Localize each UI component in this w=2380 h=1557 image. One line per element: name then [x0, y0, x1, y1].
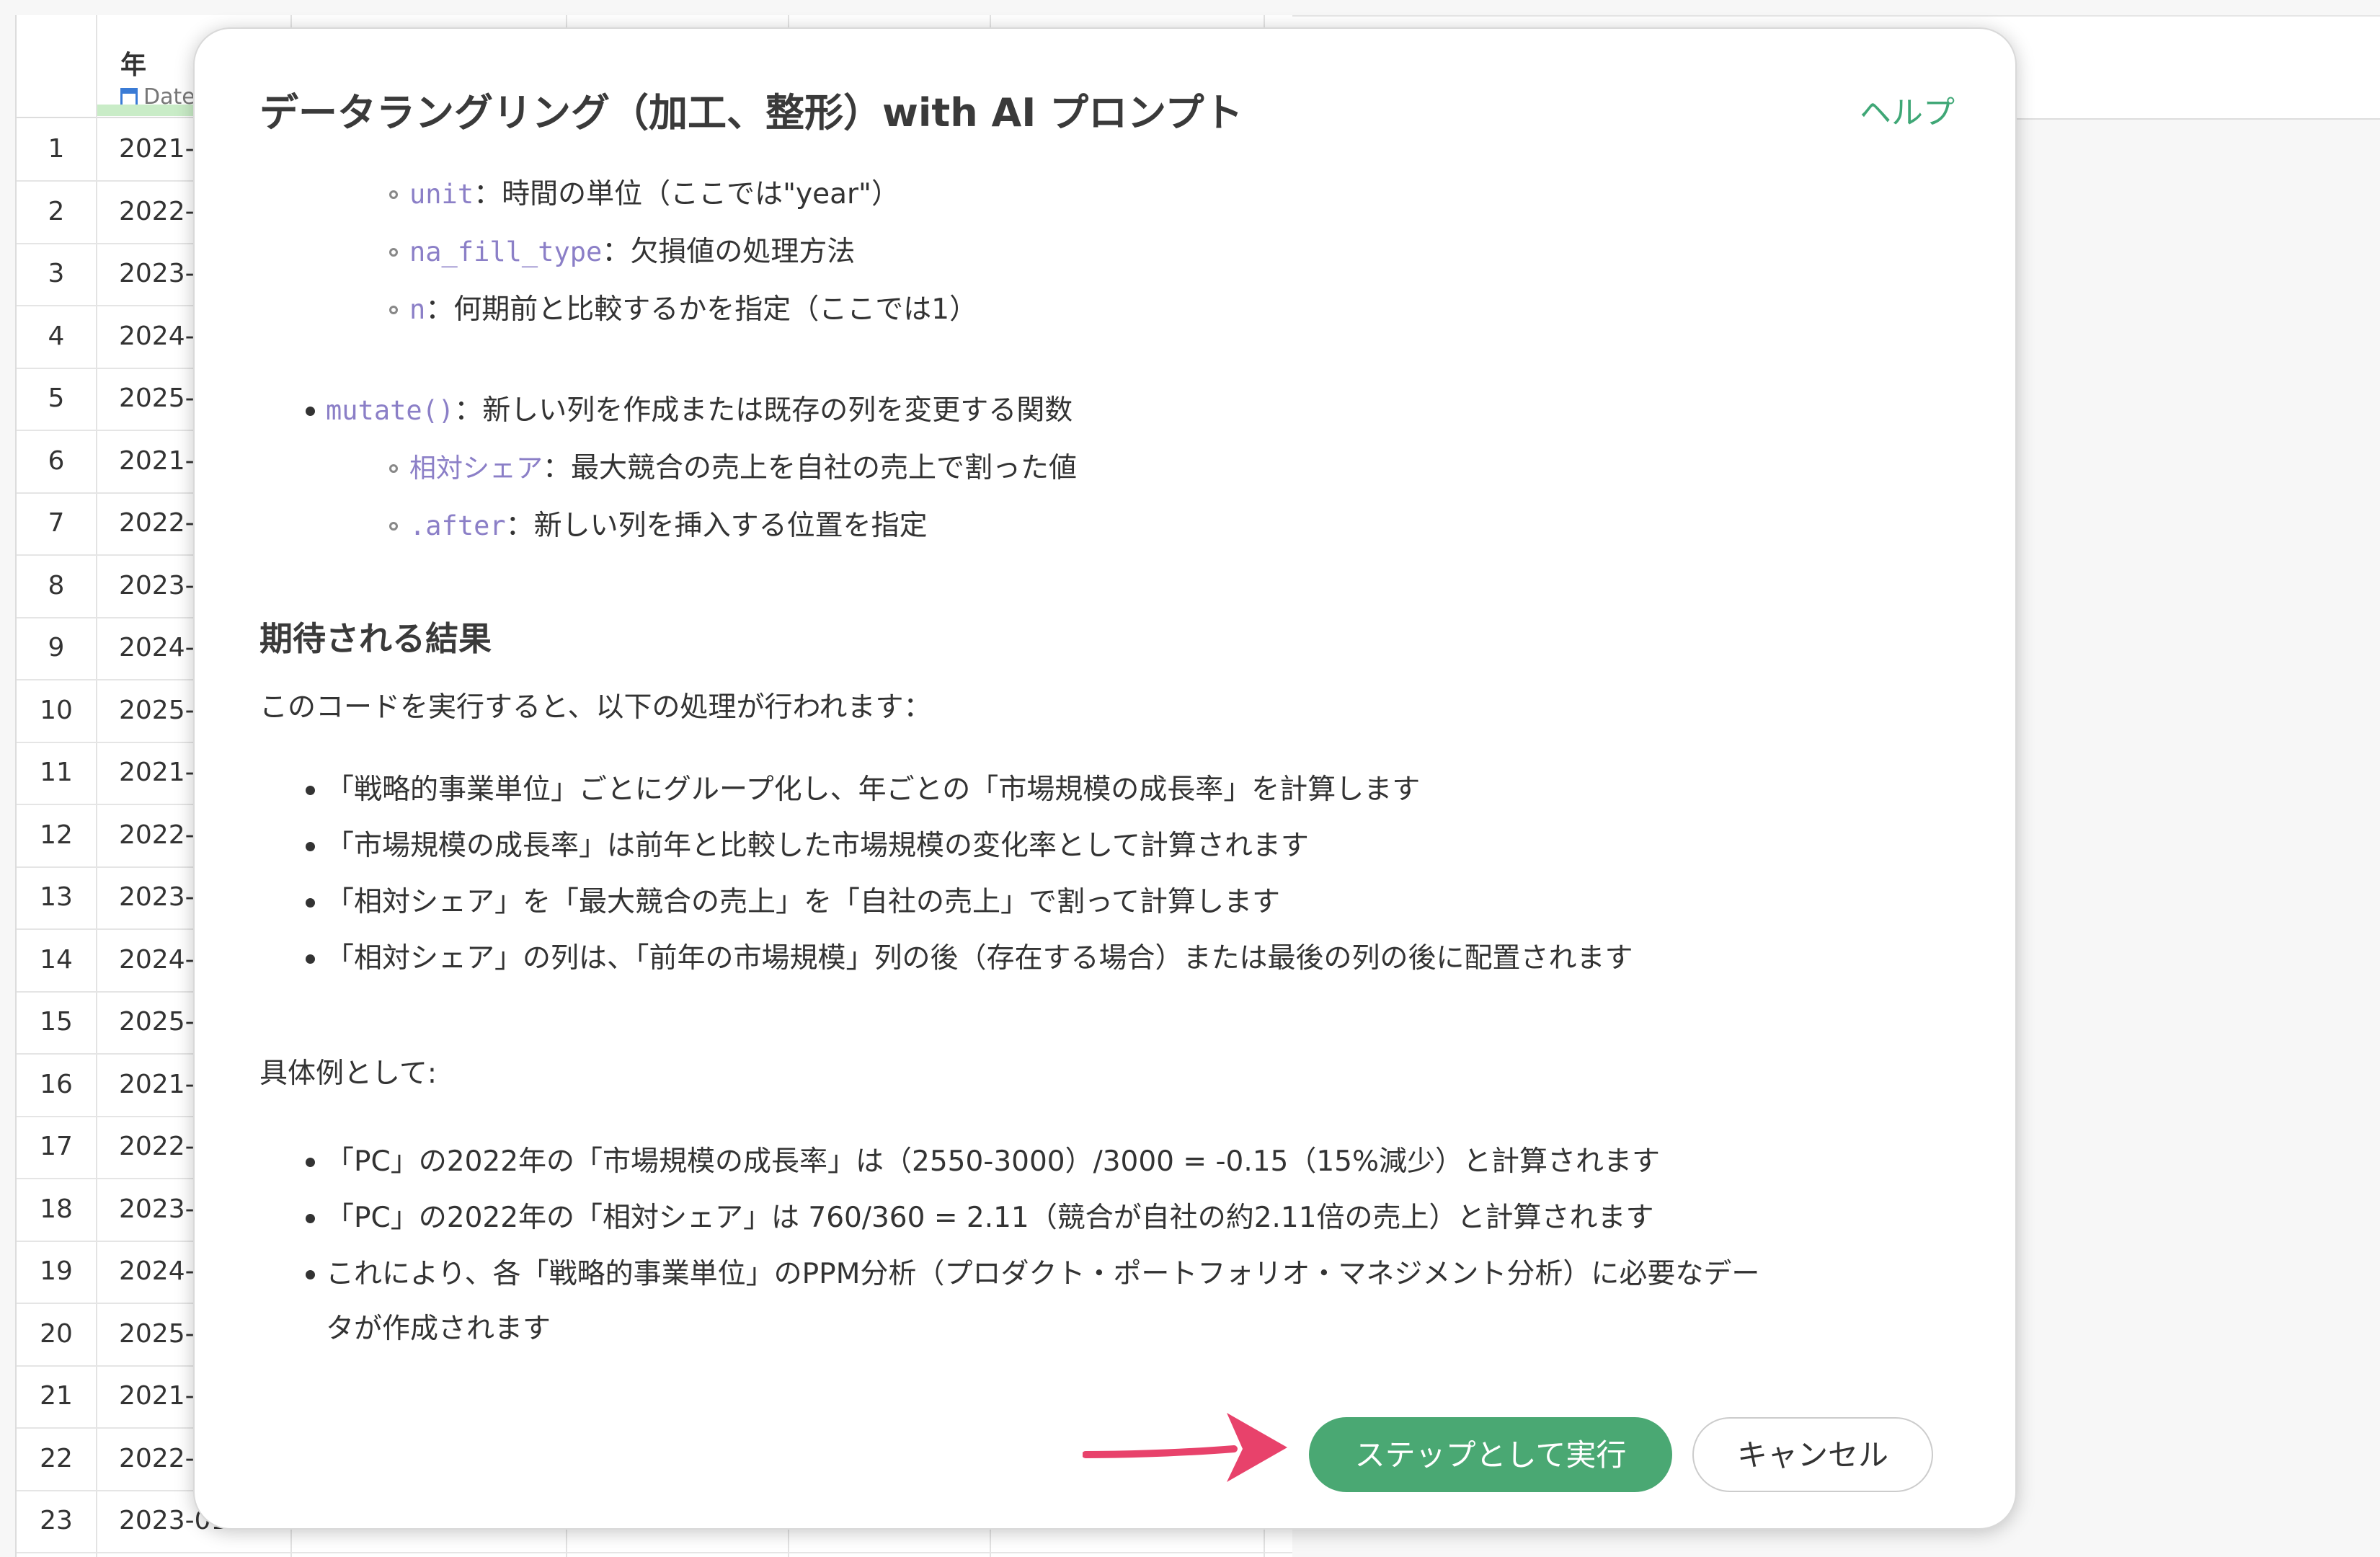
table-cell[interactable]: 2025- — [119, 368, 195, 430]
bullet-circle-icon — [389, 522, 398, 531]
table-cell[interactable]: 2023- — [119, 866, 195, 928]
param-text: ：欠損値の処理方法 — [602, 236, 856, 268]
param-code: n — [409, 294, 426, 325]
param-code: unit — [409, 179, 474, 210]
table-cell[interactable]: 2025- — [119, 1303, 195, 1365]
arrow-right-icon — [1083, 1413, 1287, 1482]
row-number: 19 — [40, 1256, 73, 1286]
example-intro: 具体例として: — [259, 1057, 437, 1090]
example-item: 「PC」の2022年の「市場規模の成長率」は（2550-3000）/3000 =… — [326, 1145, 1661, 1178]
row-number-header — [17, 15, 97, 117]
bullet-dot-icon — [306, 1214, 315, 1223]
row-number: 4 — [48, 321, 65, 351]
param-text: ：新しい列を挿入する位置を指定 — [505, 510, 928, 542]
dialog-title: データラングリング（加工、整形）with AI プロンプト — [259, 90, 1243, 136]
param-code: .after — [409, 510, 506, 541]
bullet-circle-icon — [389, 190, 398, 199]
help-link[interactable]: ヘルプ — [1860, 86, 1955, 133]
table-cell[interactable]: 2023- — [119, 555, 195, 617]
result-item: 「戦略的事業単位」ごとにグループ化し、年ごとの「市場規模の成長率」を計算します — [326, 773, 1421, 806]
bullet-dot-icon — [306, 842, 315, 851]
table-cell[interactable]: 2021- — [119, 1365, 195, 1427]
param-text: ：何期前と比較するかを指定（ここでは1） — [425, 293, 978, 326]
bullet-dot-icon — [306, 898, 315, 908]
row-number: 21 — [40, 1381, 73, 1411]
table-cell[interactable]: 2024- — [119, 929, 195, 991]
column-name-label[interactable]: 年 — [120, 44, 146, 81]
table-cell[interactable]: 2022- — [119, 1428, 195, 1490]
row-number: 10 — [40, 695, 73, 725]
mutate-code: mutate() — [326, 395, 455, 426]
table-cell[interactable]: 2024- — [119, 1241, 195, 1303]
table-cell[interactable]: 2021- — [119, 118, 195, 180]
run-as-step-button[interactable]: ステップとして実行 — [1309, 1417, 1672, 1492]
param-code: 相対シェア — [409, 453, 543, 484]
table-cell[interactable]: 2021- — [119, 1054, 195, 1116]
bullet-dot-icon — [306, 786, 315, 795]
result-heading: 期待される結果 — [259, 619, 492, 658]
row-number: 11 — [40, 758, 73, 787]
row-number: 18 — [40, 1194, 73, 1224]
param-text: ：時間の単位（ここでは"year"） — [474, 178, 900, 210]
table-cell[interactable]: 2024- — [119, 306, 195, 368]
row-number: 13 — [40, 882, 73, 912]
bullet-circle-icon — [389, 248, 398, 257]
bullet-circle-icon — [389, 306, 398, 314]
table-cell[interactable]: 2021- — [119, 430, 195, 492]
row-number: 2 — [48, 196, 65, 226]
param-text: ：最大競合の売上を自社の売上で割った値 — [543, 452, 1078, 484]
example-item-continuation: タが作成されます — [326, 1313, 551, 1345]
mutate-param-after: .after：新しい列を挿入する位置を指定 — [409, 505, 928, 548]
result-item: 「相対シェア」を「最大競合の売上」を「自社の売上」で割って計算します — [326, 886, 1281, 918]
row-number: 1 — [48, 134, 65, 164]
param-code: na_fill_type — [409, 236, 603, 267]
table-cell[interactable]: 2023- — [119, 243, 195, 305]
example-item: 「PC」の2022年の「相対シェア」は 760/360 = 2.11（競合が自社… — [326, 1202, 1654, 1234]
table-cell[interactable]: 2022- — [119, 804, 195, 866]
mutate-param-relative-share: 相対シェア：最大競合の売上を自社の売上で割った値 — [409, 447, 1077, 490]
result-intro: このコードを実行すると、以下の処理が行われます： — [259, 691, 932, 724]
table-cell[interactable]: 2023- — [119, 1179, 195, 1241]
row-number: 8 — [48, 570, 65, 600]
param-item-n: n：何期前と比較するかを指定（ここでは1） — [409, 288, 977, 332]
result-item: 「相対シェア」の列は、「前年の市場規模」列の後（存在する場合）または最後の列の後… — [326, 942, 1633, 975]
row-number: 9 — [48, 633, 65, 662]
bullet-dot-icon — [306, 407, 315, 416]
table-cell[interactable]: 2021- — [119, 742, 195, 804]
param-item-unit: unit：時間の単位（ここでは"year"） — [409, 173, 900, 216]
bullet-dot-icon — [306, 1270, 315, 1279]
bullet-dot-icon — [306, 1158, 315, 1167]
row-number: 14 — [40, 944, 73, 975]
mutate-text: ：新しい列を作成または既存の列を変更する関数 — [454, 394, 1073, 427]
cancel-button[interactable]: キャンセル — [1692, 1417, 1933, 1492]
row-number: 15 — [40, 1007, 73, 1037]
bullet-circle-icon — [389, 464, 398, 473]
calendar-icon — [120, 87, 138, 107]
wrangling-ai-prompt-dialog: データラングリング（加工、整形）with AI プロンプト ヘルプ unit：時… — [193, 27, 2017, 1530]
table-cell[interactable]: 2024- — [119, 617, 195, 679]
row-number: 3 — [48, 259, 65, 288]
table-cell[interactable]: 2025- — [119, 991, 195, 1053]
row-number: 6 — [48, 445, 65, 476]
row-number: 7 — [48, 508, 65, 538]
mutate-item: mutate()：新しい列を作成または既存の列を変更する関数 — [326, 389, 1073, 432]
row-number: 20 — [40, 1318, 73, 1349]
table-cell[interactable]: 2022- — [119, 181, 195, 243]
bullet-dot-icon — [306, 954, 315, 964]
example-item: これにより、各「戦略的事業単位」のPPM分析（プロダクト・ポートフォリオ・マネジ… — [326, 1258, 1760, 1290]
table-cell[interactable]: 2022- — [119, 492, 195, 554]
row-number: 12 — [40, 820, 73, 850]
row-number: 22 — [40, 1443, 73, 1473]
row-number: 5 — [48, 383, 65, 413]
table-cell[interactable]: 2022- — [119, 1116, 195, 1178]
result-item: 「市場規模の成長率」は前年と比較した市場規模の変化率として計算されます — [326, 830, 1309, 862]
table-cell[interactable]: 2025- — [119, 680, 195, 742]
row-number: 16 — [40, 1069, 73, 1099]
row-number: 17 — [40, 1132, 73, 1161]
row-number: 23 — [40, 1506, 73, 1535]
param-item-na-fill-type: na_fill_type：欠損値の処理方法 — [409, 231, 855, 274]
